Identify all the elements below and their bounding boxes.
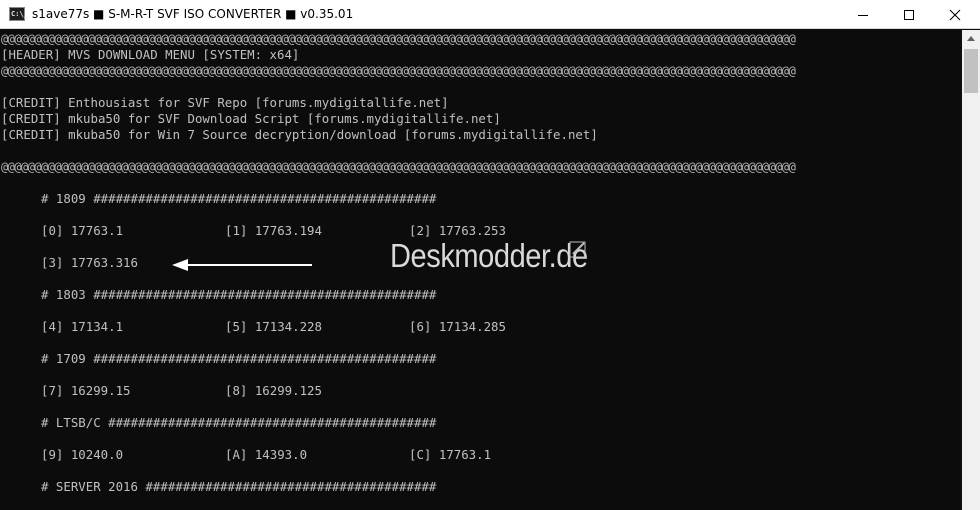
- watermark-text: Deskmodder.de: [390, 237, 588, 274]
- menu-option: [9] 10240.0: [41, 447, 124, 462]
- maximize-icon: [904, 10, 914, 20]
- scrollbar-thumb[interactable]: [964, 49, 978, 93]
- separator-line: @@@@@@@@@@@@@@@@@@@@@@@@@@@@@@@@@@@@@@@@…: [1, 160, 796, 174]
- section-heading-1803: # 1803 #################################…: [41, 287, 437, 302]
- pen-icon: [569, 241, 586, 258]
- section-heading-1709: # 1709 #################################…: [41, 351, 437, 366]
- menu-option: [A] 14393.0: [225, 447, 308, 462]
- credit-line: [CREDIT] Enthousiast for SVF Repo [forum…: [1, 95, 449, 110]
- menu-option: [5] 17134.228: [225, 319, 322, 334]
- vertical-scrollbar[interactable]: [962, 30, 980, 510]
- console-app-icon[interactable]: C:\_: [9, 7, 28, 21]
- window-title: s1ave77s ■ S-M-R-T SVF ISO CONVERTER ■ v…: [32, 7, 354, 21]
- close-icon: [949, 9, 961, 21]
- arrow-left-icon: [172, 259, 312, 271]
- credit-line: [CREDIT] mkuba50 for Win 7 Source decryp…: [1, 127, 598, 142]
- scroll-up-button[interactable]: [962, 30, 980, 47]
- menu-option: [6] 17134.285: [409, 319, 506, 334]
- menu-option: [4] 17134.1: [41, 319, 124, 334]
- section-heading-server-2016: # SERVER 2016 ##########################…: [41, 479, 437, 494]
- scroll-up-arrow-icon: [967, 36, 975, 41]
- menu-option: [7] 16299.15: [41, 383, 131, 398]
- menu-option: [1] 17763.194: [225, 223, 322, 238]
- console-app-icon-glyph: C:\_: [11, 10, 28, 18]
- menu-option: [0] 17763.1: [41, 223, 124, 238]
- close-button[interactable]: [932, 0, 978, 29]
- minimize-icon: [858, 15, 868, 16]
- title-bar[interactable]: C:\_ s1ave77s ■ S-M-R-T SVF ISO CONVERTE…: [0, 0, 980, 29]
- credit-line: [CREDIT] mkuba50 for SVF Download Script…: [1, 111, 501, 126]
- maximize-button[interactable]: [886, 0, 932, 29]
- separator-line: @@@@@@@@@@@@@@@@@@@@@@@@@@@@@@@@@@@@@@@@…: [1, 32, 796, 46]
- minimize-button[interactable]: [840, 0, 886, 29]
- menu-option: [8] 16299.125: [225, 383, 322, 398]
- menu-option: [C] 17763.1: [409, 447, 492, 462]
- section-heading-ltsb: # LTSB/C ###############################…: [41, 415, 437, 430]
- menu-option: [3] 17763.316: [41, 255, 138, 270]
- section-heading-1809: # 1809 #################################…: [41, 191, 437, 206]
- separator-line: @@@@@@@@@@@@@@@@@@@@@@@@@@@@@@@@@@@@@@@@…: [1, 64, 796, 78]
- header-line: [HEADER] MVS DOWNLOAD MENU [SYSTEM: x64]: [1, 47, 300, 62]
